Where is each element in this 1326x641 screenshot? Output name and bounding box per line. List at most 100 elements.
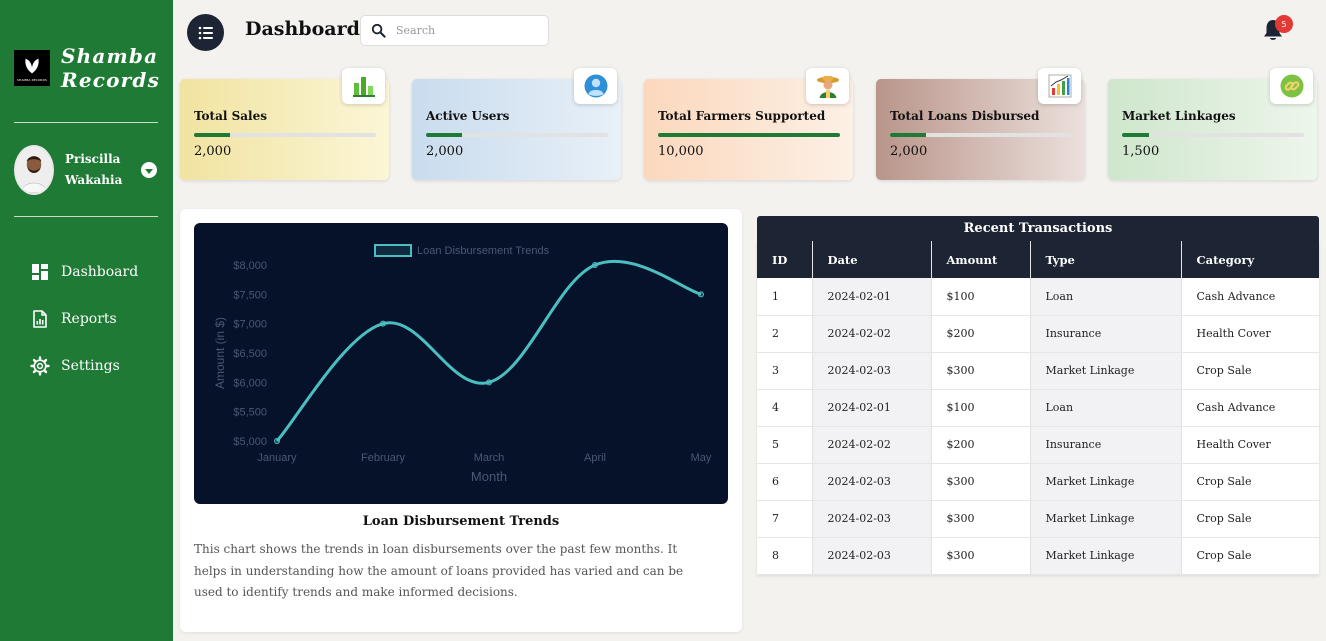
stat-card-farmers-supported[interactable]: Total Farmers Supported 10,000 [644, 68, 853, 180]
table-row[interactable]: 6 2024-02-03 $300 Market Linkage Crop Sale [757, 463, 1319, 501]
table-cell: $300 [931, 463, 1031, 501]
brand-line-1: Shamba [61, 44, 159, 68]
sidebar-item-dashboard[interactable]: Dashboard [30, 260, 138, 284]
table-row[interactable]: 5 2024-02-02 $200 Insurance Health Cover [757, 426, 1319, 464]
table-cell: 5 [757, 426, 813, 464]
table-cell: 2 [757, 315, 813, 353]
data-point [698, 291, 704, 298]
table-row[interactable]: 7 2024-02-03 $300 Market Linkage Crop Sale [757, 500, 1319, 538]
card-title: Active Users [426, 109, 510, 123]
x-tick-label: May [691, 452, 712, 464]
avatar[interactable] [14, 145, 54, 195]
recent-transactions: Recent Transactions ID Date Amount Type … [757, 216, 1319, 575]
y-tick-label: $6,000 [233, 377, 267, 389]
dashboard-icon [32, 264, 48, 280]
column-header[interactable]: Amount [931, 241, 1031, 278]
card-value: 2,000 [426, 144, 464, 159]
table-cell: Market Linkage [1030, 537, 1182, 575]
table-cell: $300 [931, 537, 1031, 575]
data-point [274, 438, 280, 444]
table-cell: 2024-02-01 [812, 278, 932, 316]
table-cell: Loan [1030, 389, 1182, 427]
card-title: Total Loans Disbursed [890, 109, 1040, 123]
column-header[interactable]: Date [812, 241, 932, 278]
table-cell: 3 [757, 352, 813, 390]
table-cell: $300 [931, 500, 1031, 538]
sidebar-item-settings[interactable]: Settings [30, 354, 120, 378]
chevron-down-icon[interactable] [141, 162, 157, 178]
legend-swatch [374, 244, 412, 257]
x-tick-label: April [584, 452, 606, 464]
column-header[interactable]: ID [757, 241, 813, 278]
table-cell: Health Cover [1181, 315, 1319, 353]
x-tick-label: February [361, 452, 406, 464]
notification-badge: 5 [1275, 15, 1293, 33]
card-progress [1122, 133, 1304, 137]
table-cell: 2024-02-02 [812, 426, 932, 464]
table-row[interactable]: 3 2024-02-03 $300 Market Linkage Crop Sale [757, 352, 1319, 390]
table-cell: $100 [931, 278, 1031, 316]
y-tick-label: $6,500 [233, 348, 267, 360]
menu-icon [198, 26, 213, 39]
loan-chart: Loan Disbursement Trends $5,000 $5,500 $6,0… [194, 223, 728, 504]
table-row[interactable]: 1 2024-02-01 $100 Loan Cash Advance [757, 278, 1319, 316]
table-title: Recent Transactions [757, 216, 1319, 241]
bar-chart-icon [352, 77, 375, 97]
page-title: Dashboard [245, 18, 360, 40]
table-row[interactable]: 8 2024-02-03 $300 Market Linkage Crop Sale [757, 537, 1319, 575]
stat-card-active-users[interactable]: Active Users 2,000 [412, 68, 621, 180]
table-cell: 2024-02-02 [812, 315, 932, 353]
search-box[interactable] [360, 15, 549, 46]
card-progress [658, 133, 840, 137]
chart-caption: Loan Disbursement Trends [362, 514, 560, 529]
user-name: Priscilla Wakahia [65, 149, 135, 191]
card-title: Total Sales [194, 109, 268, 123]
card-icon-box [1038, 68, 1081, 104]
y-tick-label: $5,000 [233, 436, 267, 448]
menu-button[interactable] [187, 14, 224, 51]
sidebar-item-label: Settings [61, 358, 120, 374]
user-photo-icon [16, 147, 52, 193]
line-chart-svg: Loan Disbursement Trends $5,000 $5,500 $6,0… [213, 244, 712, 484]
card-progress-fill [194, 133, 231, 137]
table-cell: Market Linkage [1030, 500, 1182, 538]
column-header[interactable]: Type [1030, 241, 1182, 278]
stat-card-loans-disbursed[interactable]: Total Loans Disbursed 2,000 [876, 68, 1085, 180]
stat-card-market-linkages[interactable]: Market Linkages 1,500 [1108, 68, 1317, 180]
table-cell: Insurance [1030, 426, 1182, 464]
card-progress [890, 133, 1072, 137]
user-icon [584, 74, 607, 98]
card-progress-fill [658, 133, 840, 137]
sidebar-divider [14, 122, 158, 123]
data-point [592, 262, 598, 268]
growth-chart-icon [1048, 74, 1071, 98]
table-cell: $100 [931, 389, 1031, 427]
sidebar-divider [14, 216, 158, 217]
card-icon-box [342, 68, 385, 104]
card-value: 10,000 [658, 144, 704, 159]
table-cell: $200 [931, 315, 1031, 353]
table-header-row: ID Date Amount Type Category [757, 241, 1319, 278]
search-input[interactable] [396, 24, 536, 37]
table-row[interactable]: 2 2024-02-02 $200 Insurance Health Cover [757, 315, 1319, 353]
table-cell: 7 [757, 500, 813, 538]
card-value: 1,500 [1122, 144, 1160, 159]
brand-line-2: Records [61, 68, 161, 92]
stat-card-total-sales[interactable]: Total Sales 2,000 [180, 68, 389, 180]
table-cell: $200 [931, 426, 1031, 464]
user-last-name: Wakahia [65, 173, 123, 187]
legend-label: Loan Disbursement Trends [417, 245, 550, 257]
search-icon [371, 23, 386, 38]
table-cell: 2024-02-03 [812, 463, 932, 501]
sidebar-item-reports[interactable]: Reports [30, 307, 117, 331]
column-header[interactable]: Category [1181, 241, 1319, 278]
user-first-name: Priscilla [65, 152, 121, 166]
data-point [380, 320, 386, 327]
table-cell: Crop Sale [1181, 537, 1319, 575]
table-cell: 4 [757, 389, 813, 427]
table-row[interactable]: 4 2024-02-01 $100 Loan Cash Advance [757, 389, 1319, 427]
data-point [486, 379, 492, 386]
table-cell: 1 [757, 278, 813, 316]
card-value: 2,000 [890, 144, 928, 159]
y-tick-label: $7,000 [233, 319, 267, 331]
